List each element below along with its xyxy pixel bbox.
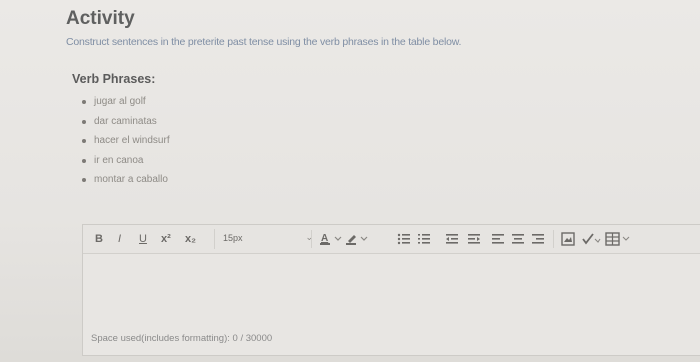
rich-text-editor: B I U x² x₂ 15px ⌄ A Space used(includes… [82,224,700,356]
highlight-color-button[interactable] [345,232,369,248]
editor-status: Space used(includes formatting): 0 / 300… [91,333,273,344]
insert-table-icon[interactable] [605,232,631,248]
font-size-value: 15px [223,233,243,243]
svg-text:A: A [321,233,328,244]
font-color-button[interactable]: A [319,232,343,248]
align-center-icon[interactable] [511,232,525,248]
indent-icon[interactable] [467,232,481,248]
list-item: ir en canoa [82,151,170,171]
toolbar-divider [553,230,554,248]
italic-button[interactable]: I [118,225,121,253]
insert-image-icon[interactable] [561,232,575,248]
font-size-select[interactable]: 15px ⌄ [214,229,313,249]
align-left-icon[interactable] [491,232,505,248]
underline-button[interactable]: U [139,225,147,253]
subscript-button[interactable]: x₂ [185,225,196,253]
verb-phrases-list: jugar al golf dar caminatas hacer el win… [82,92,170,190]
bold-button[interactable]: B [95,225,103,253]
editor-toolbar: B I U x² x₂ 15px ⌄ A [83,225,700,254]
activity-instructions: Construct sentences in the preterite pas… [66,36,462,48]
spellcheck-icon[interactable] [581,232,601,248]
verb-phrases-heading: Verb Phrases: [72,72,156,86]
activity-title: Activity [66,8,135,29]
bulleted-list-icon[interactable] [397,232,411,248]
editor-content-area[interactable] [83,254,700,332]
list-item: hacer el windsurf [82,131,170,151]
activity-page: Activity Construct sentences in the pret… [0,0,700,362]
toolbar-divider [311,230,312,248]
list-item: jugar al golf [82,92,170,112]
align-right-icon[interactable] [531,232,545,248]
list-item: dar caminatas [82,112,170,132]
outdent-icon[interactable] [445,232,459,248]
superscript-button[interactable]: x² [161,225,171,253]
list-item: montar a caballo [82,170,170,190]
numbered-list-icon[interactable] [417,232,431,248]
